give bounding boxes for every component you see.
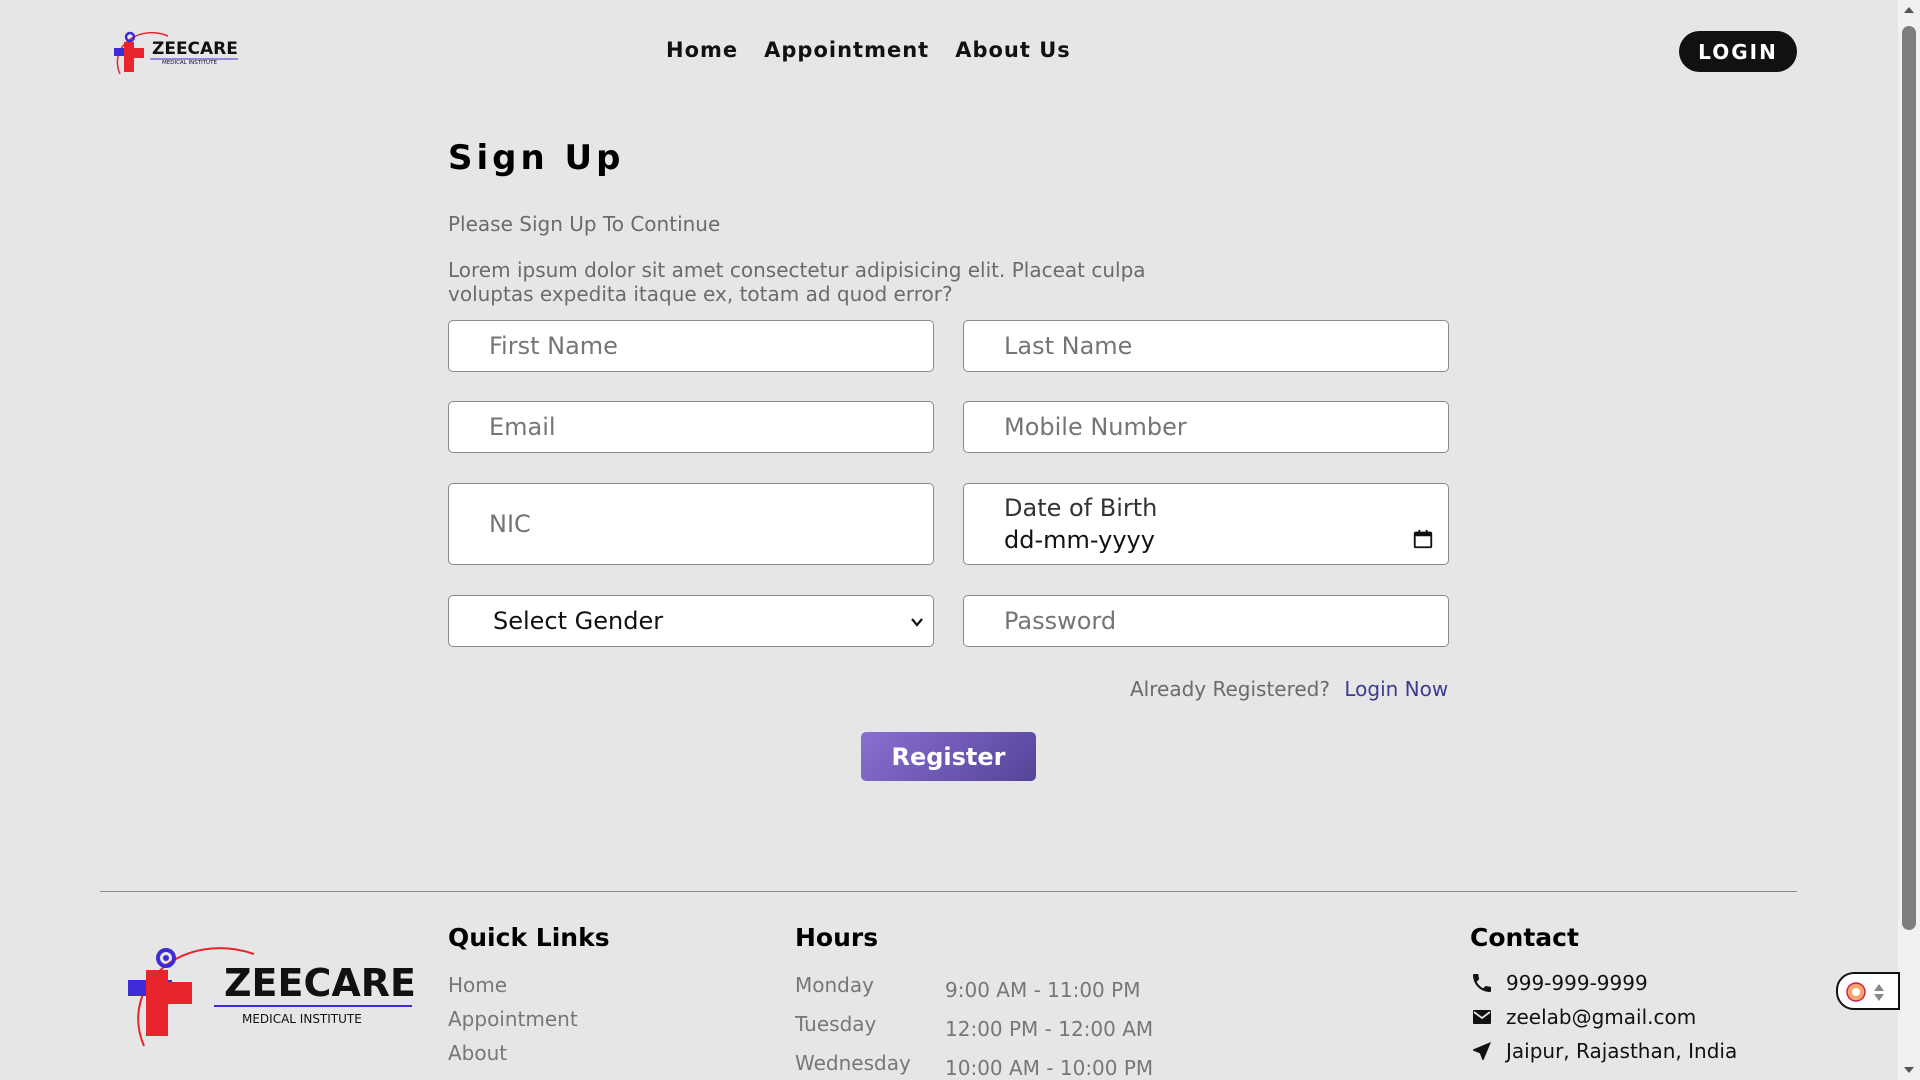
navbar: ZEECARE MEDICAL INSTITUTE Home Appointme… xyxy=(0,0,1898,104)
register-button[interactable]: Register xyxy=(861,732,1036,781)
hours-title: Hours xyxy=(795,923,879,952)
hours-time-monday: 9:00 AM - 11:00 PM xyxy=(945,978,1141,1002)
hours-time-tuesday: 12:00 PM - 12:00 AM xyxy=(945,1017,1154,1041)
zeecare-footer-logo: ZEECARE MEDICAL INSTITUTE xyxy=(128,947,414,1047)
hours-day-tuesday: Tuesday xyxy=(795,1012,877,1036)
form-subtitle: Please Sign Up To Continue xyxy=(448,212,721,236)
contact-phone-text: 999-999-9999 xyxy=(1506,971,1648,995)
svg-text:ZEECARE: ZEECARE xyxy=(152,39,238,59)
contact-email: zeelab@gmail.com xyxy=(1470,1005,1696,1029)
date-of-birth-field[interactable]: Date of Birth dd-mm-yyyy xyxy=(963,483,1449,565)
email-field[interactable] xyxy=(448,401,934,453)
hours-time-wednesday: 10:00 AM - 10:00 PM xyxy=(945,1056,1154,1080)
nav-about-link[interactable]: About Us xyxy=(955,38,1071,62)
login-button[interactable]: LOGIN xyxy=(1679,31,1797,72)
scroll-up-arrow-icon[interactable] xyxy=(1903,4,1915,16)
form-description: Lorem ipsum dolor sit amet consectetur a… xyxy=(448,258,1146,306)
already-registered-text: Already Registered? xyxy=(1130,677,1330,701)
gender-select[interactable]: Select Gender xyxy=(448,595,934,647)
nav-home-link[interactable]: Home xyxy=(666,38,738,62)
hours-day-wednesday: Wednesday xyxy=(795,1051,911,1075)
first-name-field[interactable] xyxy=(448,320,934,372)
calendar-icon[interactable] xyxy=(1412,528,1434,550)
extension-icon xyxy=(1846,982,1884,1002)
footer-link-about[interactable]: About xyxy=(448,1041,507,1065)
footer-link-home[interactable]: Home xyxy=(448,973,507,997)
hours-day-monday: Monday xyxy=(795,973,874,997)
svg-text:MEDICAL INSTITUTE: MEDICAL INSTITUTE xyxy=(242,1012,362,1026)
mobile-number-field[interactable] xyxy=(963,401,1449,453)
nic-field[interactable] xyxy=(448,483,934,565)
mail-icon xyxy=(1473,1010,1491,1024)
login-now-link[interactable]: Login Now xyxy=(1344,677,1448,701)
location-arrow-icon xyxy=(1473,1042,1491,1060)
dob-placeholder: dd-mm-yyyy xyxy=(1004,526,1155,554)
quick-links-title: Quick Links xyxy=(448,923,610,952)
nav-links: Home Appointment About Us xyxy=(666,38,1071,62)
dob-label: Date of Birth xyxy=(1004,494,1158,522)
page-title: Sign Up xyxy=(448,138,625,178)
scroll-down-arrow-icon[interactable] xyxy=(1903,1064,1915,1076)
password-field[interactable] xyxy=(963,595,1449,647)
svg-text:ZEECARE: ZEECARE xyxy=(224,961,414,1005)
nav-appointment-link[interactable]: Appointment xyxy=(764,38,929,62)
contact-phone: 999-999-9999 xyxy=(1470,971,1648,995)
phone-icon xyxy=(1473,974,1491,992)
footer-link-appointment[interactable]: Appointment xyxy=(448,1007,578,1031)
last-name-field[interactable] xyxy=(963,320,1449,372)
footer-divider xyxy=(100,891,1797,892)
chevron-down-icon xyxy=(911,618,923,627)
contact-email-text: zeelab@gmail.com xyxy=(1506,1005,1697,1029)
svg-text:MEDICAL INSTITUTE: MEDICAL INSTITUTE xyxy=(162,60,217,66)
floating-widget[interactable] xyxy=(1836,972,1900,1010)
contact-address: Jaipur, Rajasthan, India xyxy=(1470,1039,1737,1063)
contact-address-text: Jaipur, Rajasthan, India xyxy=(1506,1039,1738,1063)
zeecare-logo[interactable]: ZEECARE MEDICAL INSTITUTE xyxy=(110,26,240,80)
contact-title: Contact xyxy=(1470,923,1579,952)
already-registered: Already Registered? Login Now xyxy=(1130,677,1448,701)
scrollbar-thumb[interactable] xyxy=(1902,26,1916,930)
gender-selected-value: Select Gender xyxy=(493,607,664,635)
signup-header: Sign Up Please Sign Up To Continue Lorem… xyxy=(448,138,1448,306)
